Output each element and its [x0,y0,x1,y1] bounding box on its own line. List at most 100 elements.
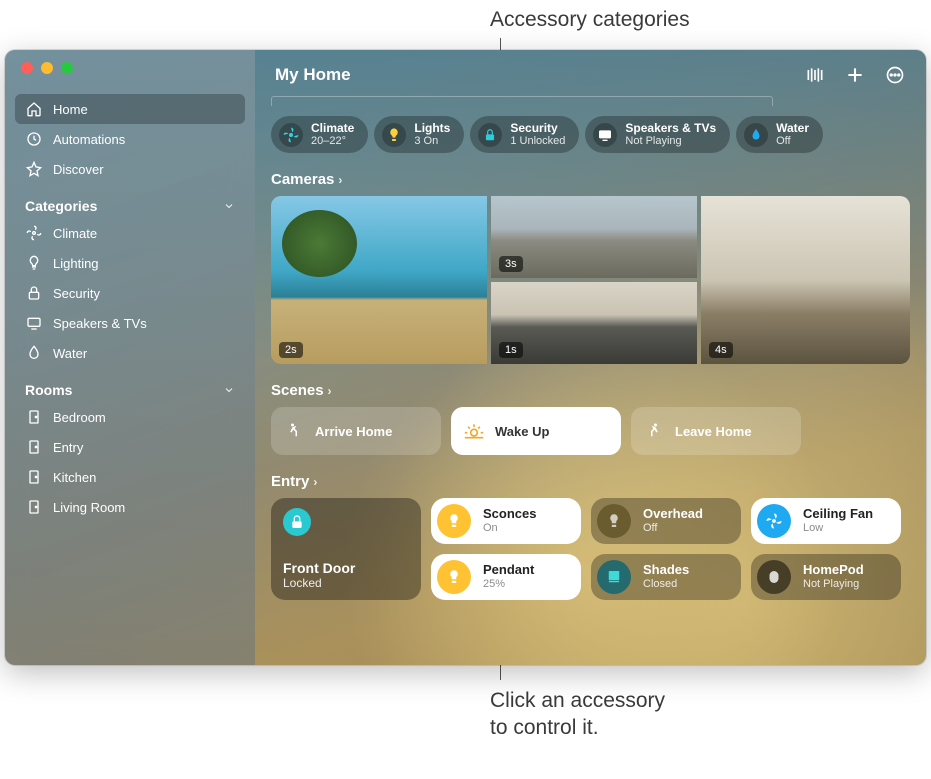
scene-leave-home[interactable]: Leave Home [631,407,801,455]
chevron-down-icon [223,200,235,212]
sidebar-item-label: Lighting [53,256,99,271]
pill-subtitle: Off [776,135,809,147]
scene-label: Arrive Home [315,424,392,439]
drop-icon [25,344,43,362]
tile-overhead[interactable]: OverheadOff [591,498,741,544]
sidebar-item-automations[interactable]: Automations [15,124,245,154]
person-walk-icon [283,420,305,442]
tv-icon [25,314,43,332]
chevron-right-icon: › [313,475,317,489]
tile-title: Shades [643,563,689,578]
scene-wake-up[interactable]: Wake Up [451,407,621,455]
sidebar-item-label: Living Room [53,500,125,515]
page-title: My Home [275,65,351,85]
chevron-right-icon: › [328,384,332,398]
window-controls [15,60,245,94]
callout-text: Click an accessory [490,689,665,712]
app-window: Home Automations Discover Categories Cli… [5,50,926,665]
scene-label: Leave Home [675,424,752,439]
scene-arrive-home[interactable]: Arrive Home [271,407,441,455]
camera-feed-1[interactable]: 2s [271,196,487,364]
pill-speakers-tvs[interactable]: Speakers & TVsNot Playing [585,116,730,153]
camera-latency: 2s [279,342,303,358]
sidebar-item-bedroom[interactable]: Bedroom [15,402,245,432]
sidebar-item-climate[interactable]: Climate [15,218,245,248]
pill-security[interactable]: Security1 Unlocked [470,116,579,153]
pill-title: Climate [311,122,354,135]
camera-feed-3[interactable]: 1s [491,282,697,364]
minimize-window-button[interactable] [41,62,53,74]
sidebar-item-kitchen[interactable]: Kitchen [15,462,245,492]
light-icon [597,504,631,538]
sidebar-item-security[interactable]: Security [15,278,245,308]
pill-water[interactable]: WaterOff [736,116,823,153]
close-window-button[interactable] [21,62,33,74]
sidebar-item-label: Bedroom [53,410,106,425]
scenes-row: Arrive Home Wake Up Leave Home [271,407,910,455]
lock-icon [283,508,311,536]
sidebar-item-label: Security [53,286,100,301]
sidebar-item-lighting[interactable]: Lighting [15,248,245,278]
sidebar-section-categories[interactable]: Categories [15,184,245,218]
camera-feed-2[interactable]: 3s [491,196,697,278]
camera-feed-4[interactable]: 4s [701,196,910,364]
category-pills-row: Climate20–22° Lights3 On Security1 Unloc… [271,116,910,153]
lock-icon [478,123,502,147]
light-icon [437,560,471,594]
camera-latency: 4s [709,342,733,358]
sidebar-item-label: Automations [53,132,125,147]
tile-shades[interactable]: ShadesClosed [591,554,741,600]
door-icon [25,408,43,426]
sidebar-item-label: Kitchen [53,470,96,485]
tile-subtitle: On [483,522,536,535]
pill-title: Security [510,122,565,135]
more-button[interactable] [884,64,906,86]
sidebar-item-home[interactable]: Home [15,94,245,124]
sidebar-item-label: Speakers & TVs [53,316,147,331]
sidebar: Home Automations Discover Categories Cli… [5,50,255,665]
homepod-icon [757,560,791,594]
clock-arrow-icon [25,130,43,148]
camera-latency: 1s [499,342,523,358]
pill-lights[interactable]: Lights3 On [374,116,464,153]
entry-grid: Front Door Locked SconcesOn OverheadOff … [271,498,910,600]
section-cameras[interactable]: Cameras › [271,171,910,188]
callout-top: Accessory categories [490,8,690,32]
intercom-button[interactable] [804,64,826,86]
tv-icon [593,123,617,147]
tile-subtitle: Closed [643,578,689,591]
tile-title: Pendant [483,563,534,578]
zoom-window-button[interactable] [61,62,73,74]
sidebar-item-speakers-tvs[interactable]: Speakers & TVs [15,308,245,338]
sidebar-item-discover[interactable]: Discover [15,154,245,184]
lock-icon [25,284,43,302]
house-icon [25,100,43,118]
sunrise-icon [463,420,485,442]
sidebar-item-label: Water [53,346,87,361]
add-button[interactable] [844,64,866,86]
titlebar: My Home [271,50,910,96]
drop-icon [744,123,768,147]
shades-icon [597,560,631,594]
sidebar-section-rooms[interactable]: Rooms [15,368,245,402]
sidebar-item-entry[interactable]: Entry [15,432,245,462]
sidebar-item-water[interactable]: Water [15,338,245,368]
section-scenes[interactable]: Scenes › [271,382,910,399]
tile-homepod[interactable]: HomePodNot Playing [751,554,901,600]
door-icon [25,468,43,486]
tile-subtitle: Not Playing [803,578,864,591]
camera-latency: 3s [499,256,523,272]
tile-pendant[interactable]: Pendant25% [431,554,581,600]
tile-front-door[interactable]: Front Door Locked [271,498,421,600]
section-title: Cameras [271,171,334,188]
fan-icon [279,123,303,147]
pill-climate[interactable]: Climate20–22° [271,116,368,153]
sidebar-item-living-room[interactable]: Living Room [15,492,245,522]
chevron-down-icon [223,384,235,396]
tile-ceiling-fan[interactable]: Ceiling FanLow [751,498,901,544]
section-entry[interactable]: Entry › [271,473,910,490]
section-title: Rooms [25,382,72,398]
main-panel: My Home Climate20–22° Lights3 On [255,50,926,665]
tile-sconces[interactable]: SconcesOn [431,498,581,544]
tile-title: Front Door [283,560,409,576]
